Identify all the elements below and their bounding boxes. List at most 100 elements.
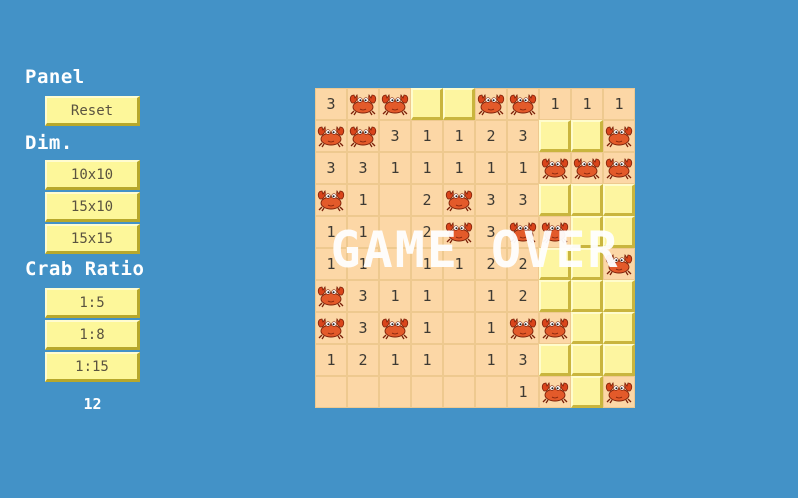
board-cell-crab[interactable] — [443, 184, 475, 216]
board-cell-number[interactable]: 2 — [507, 248, 539, 280]
board-cell-empty[interactable] — [443, 344, 475, 376]
board-cell-empty[interactable] — [315, 376, 347, 408]
board-cell-number[interactable]: 1 — [539, 88, 571, 120]
board-cell-crab[interactable] — [315, 120, 347, 152]
board-cell-hidden[interactable] — [411, 88, 443, 120]
board-cell-empty[interactable] — [443, 312, 475, 344]
board-cell-hidden[interactable] — [571, 216, 603, 248]
board-cell-hidden[interactable] — [603, 280, 635, 312]
board-cell-hidden[interactable] — [571, 120, 603, 152]
board-cell-number[interactable]: 1 — [603, 88, 635, 120]
board-cell-hidden[interactable] — [539, 184, 571, 216]
board-cell-hidden[interactable] — [571, 312, 603, 344]
board-cell-number[interactable]: 3 — [347, 280, 379, 312]
board-cell-number[interactable]: 1 — [475, 344, 507, 376]
dim-10x10-button[interactable]: 10x10 — [45, 160, 140, 190]
board-cell-number[interactable]: 1 — [411, 120, 443, 152]
board-cell-number[interactable]: 1 — [571, 88, 603, 120]
board-cell-number[interactable]: 3 — [475, 216, 507, 248]
board-cell-crab[interactable] — [603, 376, 635, 408]
board-cell-hidden[interactable] — [571, 184, 603, 216]
board-cell-number[interactable]: 1 — [411, 280, 443, 312]
board-cell-crab[interactable] — [507, 216, 539, 248]
board-cell-number[interactable]: 1 — [443, 248, 475, 280]
board-cell-number[interactable]: 1 — [507, 376, 539, 408]
board-cell-number[interactable]: 1 — [411, 312, 443, 344]
board-cell-empty[interactable] — [443, 376, 475, 408]
dim-15x15-button[interactable]: 15x15 — [45, 224, 140, 254]
board-cell-crab[interactable] — [315, 184, 347, 216]
board-cell-crab[interactable] — [507, 88, 539, 120]
board-cell-hidden[interactable] — [571, 248, 603, 280]
board-cell-crab[interactable] — [475, 88, 507, 120]
ratio-1-8-button[interactable]: 1:8 — [45, 320, 140, 350]
board-cell-crab[interactable] — [443, 216, 475, 248]
board-cell-crab[interactable] — [539, 312, 571, 344]
board-cell-number[interactable]: 3 — [475, 184, 507, 216]
board-cell-number[interactable]: 2 — [507, 280, 539, 312]
board-cell-empty[interactable] — [379, 376, 411, 408]
board-cell-empty[interactable] — [379, 216, 411, 248]
board-cell-number[interactable]: 2 — [475, 120, 507, 152]
board-cell-number[interactable]: 3 — [315, 152, 347, 184]
board-cell-crab[interactable] — [603, 120, 635, 152]
board-cell-crab[interactable] — [507, 312, 539, 344]
board-cell-crab[interactable] — [539, 376, 571, 408]
reset-button[interactable]: Reset — [45, 96, 140, 126]
board-cell-crab[interactable] — [603, 152, 635, 184]
board-cell-number[interactable]: 1 — [347, 216, 379, 248]
board-cell-number[interactable]: 1 — [507, 152, 539, 184]
board-cell-number[interactable]: 1 — [411, 344, 443, 376]
board-cell-number[interactable]: 2 — [411, 184, 443, 216]
board-cell-empty[interactable] — [475, 376, 507, 408]
board-cell-number[interactable]: 1 — [475, 280, 507, 312]
board-cell-crab[interactable] — [539, 152, 571, 184]
board-cell-crab[interactable] — [347, 88, 379, 120]
board-cell-hidden[interactable] — [571, 376, 603, 408]
board-cell-number[interactable]: 2 — [475, 248, 507, 280]
board-cell-hidden[interactable] — [539, 248, 571, 280]
board-cell-empty[interactable] — [411, 376, 443, 408]
board-cell-number[interactable]: 1 — [379, 152, 411, 184]
board-cell-number[interactable]: 1 — [347, 184, 379, 216]
board-cell-crab[interactable] — [571, 152, 603, 184]
board-cell-number[interactable]: 1 — [315, 344, 347, 376]
board-cell-hidden[interactable] — [443, 88, 475, 120]
board-cell-hidden[interactable] — [571, 344, 603, 376]
board-cell-number[interactable]: 2 — [347, 344, 379, 376]
board-cell-number[interactable]: 3 — [507, 120, 539, 152]
board-cell-number[interactable]: 1 — [411, 152, 443, 184]
board-cell-number[interactable]: 1 — [475, 152, 507, 184]
board-cell-crab[interactable] — [379, 88, 411, 120]
board-cell-number[interactable]: 1 — [347, 248, 379, 280]
board-cell-number[interactable]: 1 — [315, 248, 347, 280]
board-cell-number[interactable]: 1 — [443, 152, 475, 184]
board-cell-crab[interactable] — [315, 312, 347, 344]
dim-15x10-button[interactable]: 15x10 — [45, 192, 140, 222]
board-cell-number[interactable]: 1 — [475, 312, 507, 344]
board-cell-empty[interactable] — [443, 280, 475, 312]
board-cell-number[interactable]: 3 — [379, 120, 411, 152]
board-cell-number[interactable]: 1 — [379, 280, 411, 312]
board-cell-hidden[interactable] — [571, 280, 603, 312]
board-cell-hidden[interactable] — [539, 344, 571, 376]
board-cell-hidden[interactable] — [603, 344, 635, 376]
board-cell-number[interactable]: 2 — [411, 216, 443, 248]
board-cell-number[interactable]: 3 — [347, 152, 379, 184]
board-cell-crab[interactable] — [379, 312, 411, 344]
board-cell-crab[interactable] — [347, 120, 379, 152]
board-cell-number[interactable]: 3 — [507, 184, 539, 216]
board-cell-empty[interactable] — [347, 376, 379, 408]
board-cell-hidden[interactable] — [539, 280, 571, 312]
board-cell-number[interactable]: 1 — [443, 120, 475, 152]
board-cell-crab[interactable] — [603, 248, 635, 280]
board-cell-number[interactable]: 3 — [347, 312, 379, 344]
board-cell-hidden[interactable] — [603, 312, 635, 344]
board-cell-number[interactable]: 3 — [315, 88, 347, 120]
board-cell-number[interactable]: 3 — [507, 344, 539, 376]
board-cell-number[interactable]: 1 — [315, 216, 347, 248]
board-cell-hidden[interactable] — [603, 216, 635, 248]
board-cell-crab[interactable] — [539, 216, 571, 248]
board-cell-hidden[interactable] — [603, 184, 635, 216]
board-cell-empty[interactable] — [379, 248, 411, 280]
